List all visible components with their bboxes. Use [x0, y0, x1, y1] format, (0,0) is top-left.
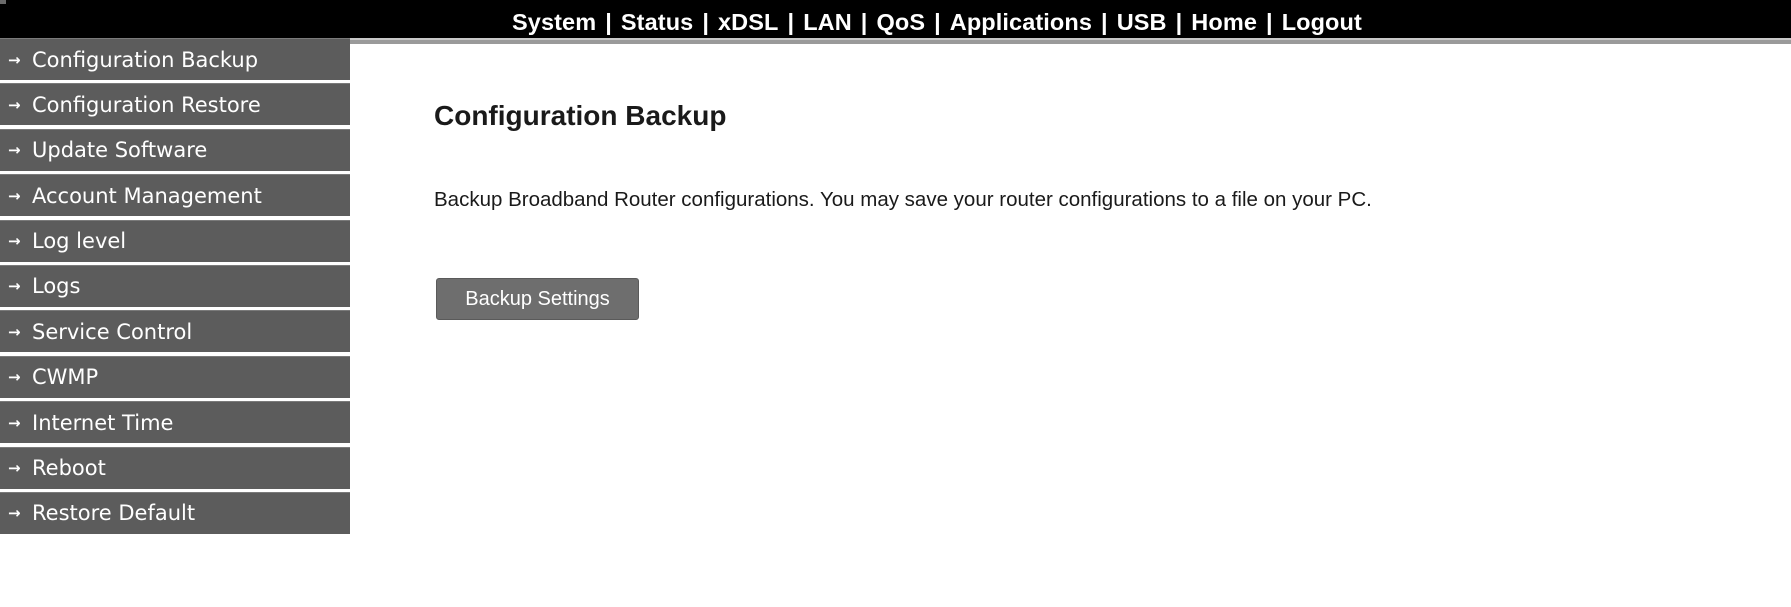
topbar-corner-mark — [0, 0, 6, 4]
arrow-right-icon: → — [8, 504, 21, 523]
arrow-right-icon: → — [8, 277, 21, 296]
top-nav-menu: System | Status | xDSL | LAN | QoS | App… — [512, 7, 1362, 37]
sidebar-item-cwmp[interactable]: → CWMP — [0, 355, 350, 398]
sidebar-item-label: Service Control — [32, 319, 193, 344]
sidebar-item-reboot[interactable]: → Reboot — [0, 446, 350, 489]
nav-status[interactable]: Status — [621, 9, 693, 36]
main-content: Configuration Backup Backup Broadband Ro… — [350, 44, 1791, 607]
sidebar-item-label: Internet Time — [32, 410, 174, 435]
nav-separator: | — [1266, 8, 1273, 35]
sidebar-item-label: Configuration Backup — [32, 47, 259, 72]
sidebar-item-logs[interactable]: → Logs — [0, 264, 350, 307]
nav-applications[interactable]: Applications — [950, 9, 1092, 36]
sidebar-item-label: Update Software — [32, 138, 208, 163]
arrow-right-icon: → — [8, 95, 21, 114]
backup-settings-button[interactable]: Backup Settings — [436, 278, 639, 320]
top-navigation-bar: System | Status | xDSL | LAN | QoS | App… — [0, 0, 1791, 38]
nav-logout[interactable]: Logout — [1282, 9, 1362, 36]
page-title: Configuration Backup — [434, 100, 727, 131]
arrow-right-icon: → — [8, 186, 21, 205]
sidebar-item-label: Log level — [32, 229, 127, 254]
sidebar-menu: → Configuration Backup → Configuration R… — [0, 38, 350, 537]
sidebar-item-label: Reboot — [32, 456, 106, 481]
sidebar-item-update-software[interactable]: → Update Software — [0, 128, 350, 171]
nav-qos[interactable]: QoS — [876, 9, 925, 36]
sidebar-item-service-control[interactable]: → Service Control — [0, 310, 350, 353]
nav-separator: | — [934, 8, 941, 35]
sidebar-item-label: Configuration Restore — [32, 92, 261, 117]
sidebar-item-label: Restore Default — [32, 501, 196, 526]
nav-separator: | — [702, 8, 710, 35]
nav-usb[interactable]: USB — [1117, 9, 1167, 36]
nav-xdsl[interactable]: xDSL — [718, 9, 778, 36]
nav-separator: | — [1175, 8, 1183, 35]
nav-system[interactable]: System — [512, 9, 596, 36]
nav-home[interactable]: Home — [1191, 9, 1257, 36]
sidebar-item-account-management[interactable]: → Account Management — [0, 174, 350, 217]
sidebar-item-internet-time[interactable]: → Internet Time — [0, 401, 350, 444]
sidebar-item-log-level[interactable]: → Log level — [0, 219, 350, 262]
arrow-right-icon: → — [8, 232, 21, 251]
arrow-right-icon: → — [8, 141, 21, 160]
sidebar-item-configuration-backup[interactable]: → Configuration Backup — [0, 38, 350, 80]
sidebar-item-label: CWMP — [32, 365, 99, 390]
arrow-right-icon: → — [8, 368, 21, 387]
nav-lan[interactable]: LAN — [803, 9, 852, 36]
sidebar-item-restore-default[interactable]: → Restore Default — [0, 491, 350, 534]
arrow-right-icon: → — [8, 50, 21, 69]
sidebar-item-label: Account Management — [32, 183, 262, 208]
arrow-right-icon: → — [8, 322, 21, 341]
nav-separator: | — [860, 8, 868, 35]
arrow-right-icon: → — [8, 413, 21, 432]
arrow-right-icon: → — [8, 459, 21, 478]
sidebar-item-configuration-restore[interactable]: → Configuration Restore — [0, 83, 350, 126]
nav-separator: | — [787, 8, 795, 35]
sidebar-item-label: Logs — [32, 274, 81, 299]
nav-separator: | — [1101, 8, 1108, 35]
nav-separator: | — [605, 8, 612, 35]
router-admin-page: System | Status | xDSL | LAN | QoS | App… — [0, 0, 1791, 607]
page-description: Backup Broadband Router configurations. … — [434, 188, 1372, 211]
